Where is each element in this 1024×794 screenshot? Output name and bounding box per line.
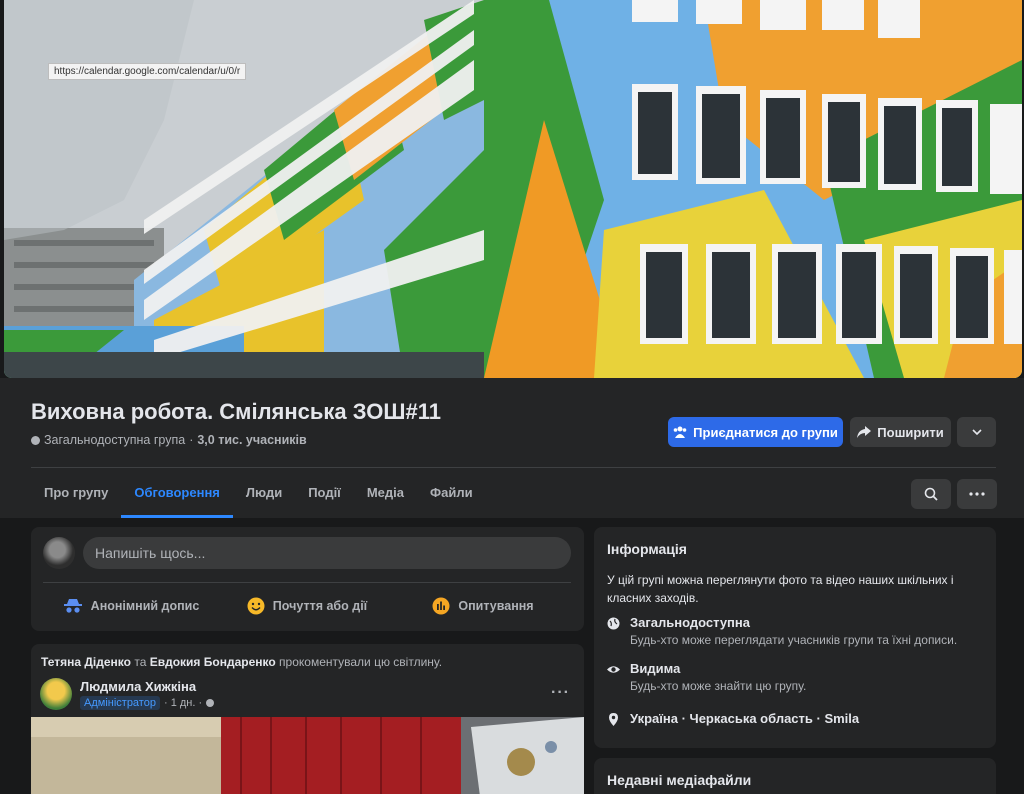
about-card: Інформація У цій групі можна переглянути… xyxy=(594,527,996,748)
location-text[interactable]: Україна · Черкаська область · Smila xyxy=(630,711,859,726)
more-dots-icon xyxy=(969,492,985,496)
globe-icon xyxy=(607,617,620,630)
activity-conjunction: та xyxy=(134,655,147,669)
group-title: Виховна робота. Смілянська ЗОШ#11 xyxy=(31,399,441,424)
chevron-down-icon xyxy=(971,429,982,435)
eye-icon xyxy=(607,666,620,673)
post-photo[interactable] xyxy=(31,717,584,794)
incognito-icon xyxy=(63,599,82,613)
join-group-button[interactable]: Приєднатися до групи xyxy=(668,417,843,447)
tab-files[interactable]: Файли xyxy=(417,468,486,518)
tabs-more-button[interactable] xyxy=(957,479,997,509)
privacy-row: Загальнодоступна Будь-хто може перегляда… xyxy=(607,615,957,647)
globe-icon xyxy=(31,435,40,445)
tab-about[interactable]: Про групу xyxy=(31,468,121,518)
visibility-subtitle: Будь-хто може знайти цю групу. xyxy=(630,679,807,693)
meta-separator: · xyxy=(189,433,194,447)
post-author-name[interactable]: Людмила Хижкіна xyxy=(80,679,196,694)
people-icon xyxy=(673,426,687,438)
group-tabs: Про групу Обговорення Люди Події Медіа Ф… xyxy=(31,468,486,518)
group-meta: Загальнодоступна група · 3,0 тис. учасни… xyxy=(31,433,307,447)
feeling-activity-button[interactable]: Почуття або дії xyxy=(219,589,395,623)
privacy-title: Загальнодоступна xyxy=(630,615,750,630)
about-title: Інформація xyxy=(607,541,687,557)
visibility-title: Видима xyxy=(630,661,681,676)
write-something-input[interactable]: Напишіть щось... xyxy=(83,537,571,569)
composer-actions: Анонімний допис Почуття або дії Опитуван… xyxy=(43,589,571,623)
feed-post: Тетяна Діденко та Евдокия Бондаренко про… xyxy=(31,644,584,794)
poll-icon xyxy=(432,597,450,615)
header-dropdown-button[interactable] xyxy=(957,417,996,447)
group-privacy: Загальнодоступна група xyxy=(44,433,186,447)
join-group-label: Приєднатися до групи xyxy=(693,424,838,440)
globe-icon xyxy=(206,699,215,707)
about-description: У цій групі можна переглянути фото та ві… xyxy=(607,573,954,605)
activity-action: прокоментували цю світлину. xyxy=(279,655,443,669)
tab-media[interactable]: Медіа xyxy=(354,468,417,518)
post-activity-line: Тетяна Діденко та Евдокия Бондаренко про… xyxy=(41,655,442,669)
share-label: Поширити xyxy=(877,424,944,440)
feeling-activity-label: Почуття або дії xyxy=(272,599,368,613)
tab-people[interactable]: Люди xyxy=(233,468,295,518)
post-options-button[interactable]: ··· xyxy=(551,684,570,702)
activity-actor-2[interactable]: Евдокия Бондаренко xyxy=(150,655,276,669)
anonymous-post-button[interactable]: Анонімний допис xyxy=(43,589,219,623)
group-members-count[interactable]: 3,0 тис. учасників xyxy=(197,433,306,447)
anonymous-post-label: Анонімний допис xyxy=(90,599,200,613)
composer-divider xyxy=(43,582,571,583)
search-icon xyxy=(924,487,938,501)
recent-media-title: Недавні медіафайли xyxy=(607,772,752,788)
location-pin-icon xyxy=(609,713,618,726)
search-button[interactable] xyxy=(911,479,951,509)
tab-events[interactable]: Події xyxy=(295,468,354,518)
location-row: Україна · Черкаська область · Smila xyxy=(607,711,859,726)
recent-media-card: Недавні медіафайли xyxy=(594,758,996,794)
poll-label: Опитування xyxy=(458,599,534,613)
share-arrow-icon xyxy=(857,426,872,438)
post-author-meta: Адміністратор · 1 дн. · xyxy=(80,696,215,710)
author-avatar[interactable] xyxy=(40,678,72,710)
school-building-image xyxy=(4,0,1022,378)
avatar[interactable] xyxy=(43,537,75,569)
smiley-icon xyxy=(247,597,265,615)
post-time[interactable]: · 1 дн. · xyxy=(164,697,202,709)
visibility-row: Видима Будь-хто може знайти цю групу. xyxy=(607,661,806,693)
poll-button[interactable]: Опитування xyxy=(395,589,571,623)
post-composer: Напишіть щось... Анонімний допис Почуття… xyxy=(31,527,584,631)
admin-badge: Адміністратор xyxy=(80,696,160,710)
cover-photo[interactable]: https://calendar.google.com/calendar/u/0… xyxy=(4,0,1022,378)
share-button[interactable]: Поширити xyxy=(850,417,951,447)
activity-actor-1[interactable]: Тетяна Діденко xyxy=(41,655,131,669)
privacy-subtitle: Будь-хто може переглядати учасників груп… xyxy=(630,633,958,647)
group-header: Виховна робота. Смілянська ЗОШ#11 Загаль… xyxy=(0,378,1024,518)
link-tooltip: https://calendar.google.com/calendar/u/0… xyxy=(48,63,247,80)
tab-discussion[interactable]: Обговорення xyxy=(121,468,233,518)
